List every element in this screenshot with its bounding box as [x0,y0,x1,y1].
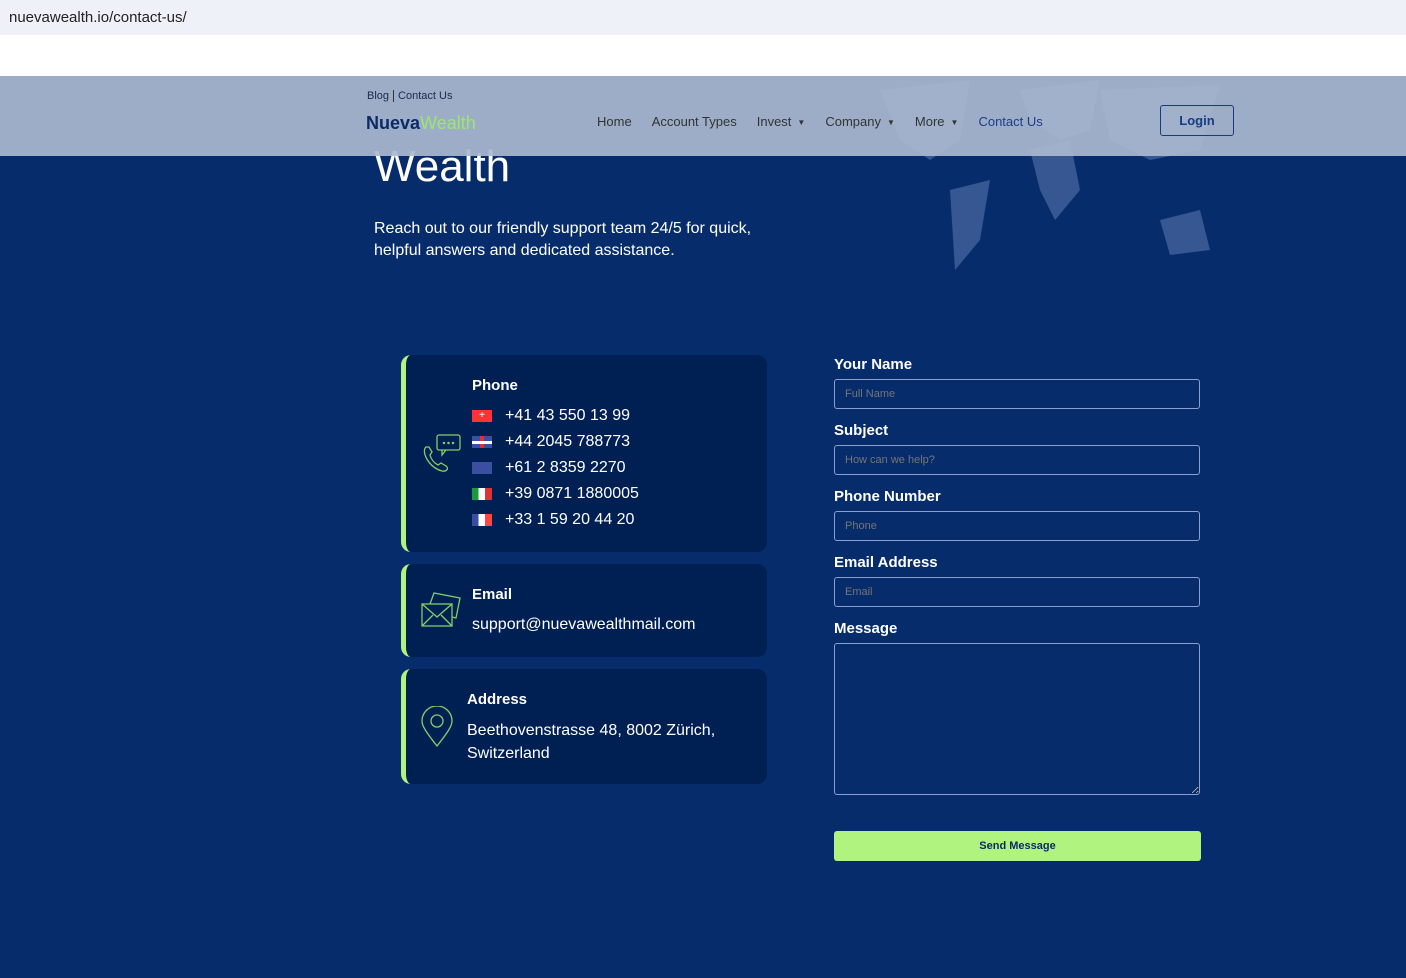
blog-link[interactable]: Blog [367,90,389,102]
address-line: Switzerland [467,745,550,762]
logo-accent: Wealth [420,113,476,133]
phone-number[interactable]: +44 2045 788773 [505,433,630,451]
nav-label: More [914,114,945,129]
nav-label: Invest [756,114,792,129]
caret-down-icon: ▼ [950,118,959,128]
phone-item: +44 2045 788773 [472,429,639,455]
nav-home[interactable]: Home [597,114,632,129]
contact-top-link[interactable]: Contact Us [398,90,452,102]
message-label: Message [834,620,898,637]
address-card: Address Beethovenstrasse 48, 8002 Zürich… [401,669,767,784]
nav-label: Company [825,114,881,129]
address-text: Beethovenstrasse 48, 8002 Zürich, Switzer… [467,719,715,765]
australia-flag-icon [472,462,492,474]
phone-item: +39 0871 1880005 [472,481,639,507]
nav-company[interactable]: Company ▼ [825,114,895,129]
subject-input[interactable] [834,445,1200,475]
swiss-flag-icon: + [472,410,492,422]
nav-contact-us[interactable]: Contact Us [978,114,1042,129]
caret-down-icon: ▼ [886,118,895,128]
contact-form: Your Name Subject Phone Number Email Add… [834,356,1201,813]
phone-item: + +41 43 550 13 99 [472,403,639,429]
address-bar[interactable]: nuevawealth.io/contact-us/ [0,0,1406,35]
nav-invest[interactable]: Invest ▼ [757,114,806,129]
phone-item: +33 1 59 20 44 20 [472,507,639,533]
phone-input[interactable] [834,511,1200,541]
name-label: Your Name [834,356,913,373]
name-input[interactable] [834,379,1200,409]
caret-down-icon: ▼ [797,118,806,128]
send-message-button[interactable]: Send Message [834,831,1201,861]
site-header: Blog Contact Us NuevaWealth Home Account … [0,76,1406,156]
nav-account-types[interactable]: Account Types [652,114,737,129]
envelope-icon [421,592,461,627]
phone-chat-icon [423,434,461,472]
hero-lead: Reach out to our friendly support team 2… [374,220,752,259]
main-nav: Home Account Types Invest ▼ Company ▼ More… [597,114,1043,129]
phone-item: +61 2 8359 2270 [472,455,639,481]
phone-number[interactable]: +61 2 8359 2270 [505,459,626,477]
phone-number[interactable]: +41 43 550 13 99 [505,407,630,425]
phone-number[interactable]: +39 0871 1880005 [505,485,639,503]
address-line: Beethovenstrasse 48, 8002 Zürich, [467,722,716,739]
phone-label: Phone Number [834,488,941,505]
italy-flag-icon [472,488,492,500]
location-pin-icon [421,706,453,748]
phone-card: Phone + +41 43 550 13 99 +44 2045 788773 … [401,355,767,552]
message-textarea[interactable] [834,643,1200,795]
nav-more[interactable]: More ▼ [915,114,959,129]
email-label: Email Address [834,554,938,571]
subject-label: Subject [834,422,889,439]
france-flag-icon [472,514,492,526]
email-address[interactable]: support@nuevawealthmail.com [472,616,695,634]
logo-text: Nueva [366,113,421,133]
uk-flag-icon [472,436,492,448]
login-button[interactable]: Login [1160,105,1234,136]
email-title: Email [472,586,513,603]
logo[interactable]: NuevaWealth [366,113,476,134]
email-input[interactable] [834,577,1200,607]
email-card: Email support@nuevawealthmail.com [401,564,767,657]
phone-number[interactable]: +33 1 59 20 44 20 [505,511,634,529]
phone-title: Phone [472,377,518,394]
spacer [0,35,1406,76]
address-title: Address [467,691,528,708]
